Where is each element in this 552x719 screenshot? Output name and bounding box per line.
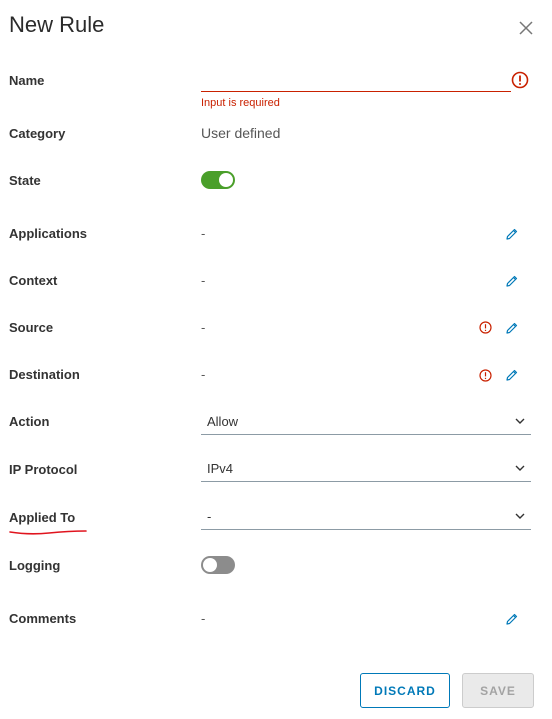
- warning-circle-icon: [479, 321, 492, 334]
- logging-label: Logging: [9, 558, 61, 573]
- chevron-down-icon: [515, 418, 525, 424]
- applications-label: Applications: [9, 226, 88, 241]
- destination-value: -: [201, 367, 206, 382]
- source-value: -: [201, 320, 206, 335]
- logging-toggle[interactable]: [201, 556, 235, 574]
- close-icon[interactable]: [516, 18, 536, 38]
- applied-to-label: Applied To: [9, 510, 76, 525]
- page-title: New Rule: [9, 12, 105, 37]
- pencil-icon[interactable]: [505, 274, 519, 288]
- action-selected-value: Allow: [207, 414, 239, 429]
- toggle-knob: [203, 558, 217, 572]
- pencil-icon[interactable]: [505, 321, 519, 335]
- context-label: Context: [9, 273, 58, 288]
- name-input[interactable]: [201, 66, 511, 92]
- action-select[interactable]: Allow: [201, 410, 531, 435]
- applications-value: -: [201, 226, 206, 241]
- red-underline-annotation: [9, 530, 87, 535]
- pencil-icon[interactable]: [505, 227, 519, 241]
- name-error-text: Input is required: [201, 97, 280, 109]
- comments-label: Comments: [9, 611, 77, 626]
- discard-button[interactable]: DISCARD: [360, 673, 450, 708]
- ip-protocol-label: IP Protocol: [9, 462, 78, 477]
- pencil-icon[interactable]: [505, 368, 519, 382]
- name-label: Name: [9, 73, 45, 88]
- category-label: Category: [9, 126, 66, 141]
- category-value: User defined: [201, 125, 281, 141]
- action-label: Action: [9, 414, 50, 429]
- applied-to-selected-value: -: [207, 509, 212, 524]
- ip-protocol-select[interactable]: IPv4: [201, 457, 531, 482]
- destination-label: Destination: [9, 367, 80, 382]
- pencil-icon[interactable]: [505, 612, 519, 626]
- context-value: -: [201, 273, 206, 288]
- save-button[interactable]: SAVE: [462, 673, 534, 708]
- warning-circle-icon: [479, 369, 492, 382]
- chevron-down-icon: [515, 465, 525, 471]
- toggle-knob: [219, 173, 233, 187]
- error-circle-icon: [511, 71, 529, 89]
- state-label: State: [9, 173, 41, 188]
- chevron-down-icon: [515, 513, 525, 519]
- source-label: Source: [9, 320, 54, 335]
- state-toggle[interactable]: [201, 171, 235, 189]
- ip-protocol-selected-value: IPv4: [207, 461, 234, 476]
- applied-to-select[interactable]: -: [201, 505, 531, 530]
- comments-value: -: [201, 611, 206, 626]
